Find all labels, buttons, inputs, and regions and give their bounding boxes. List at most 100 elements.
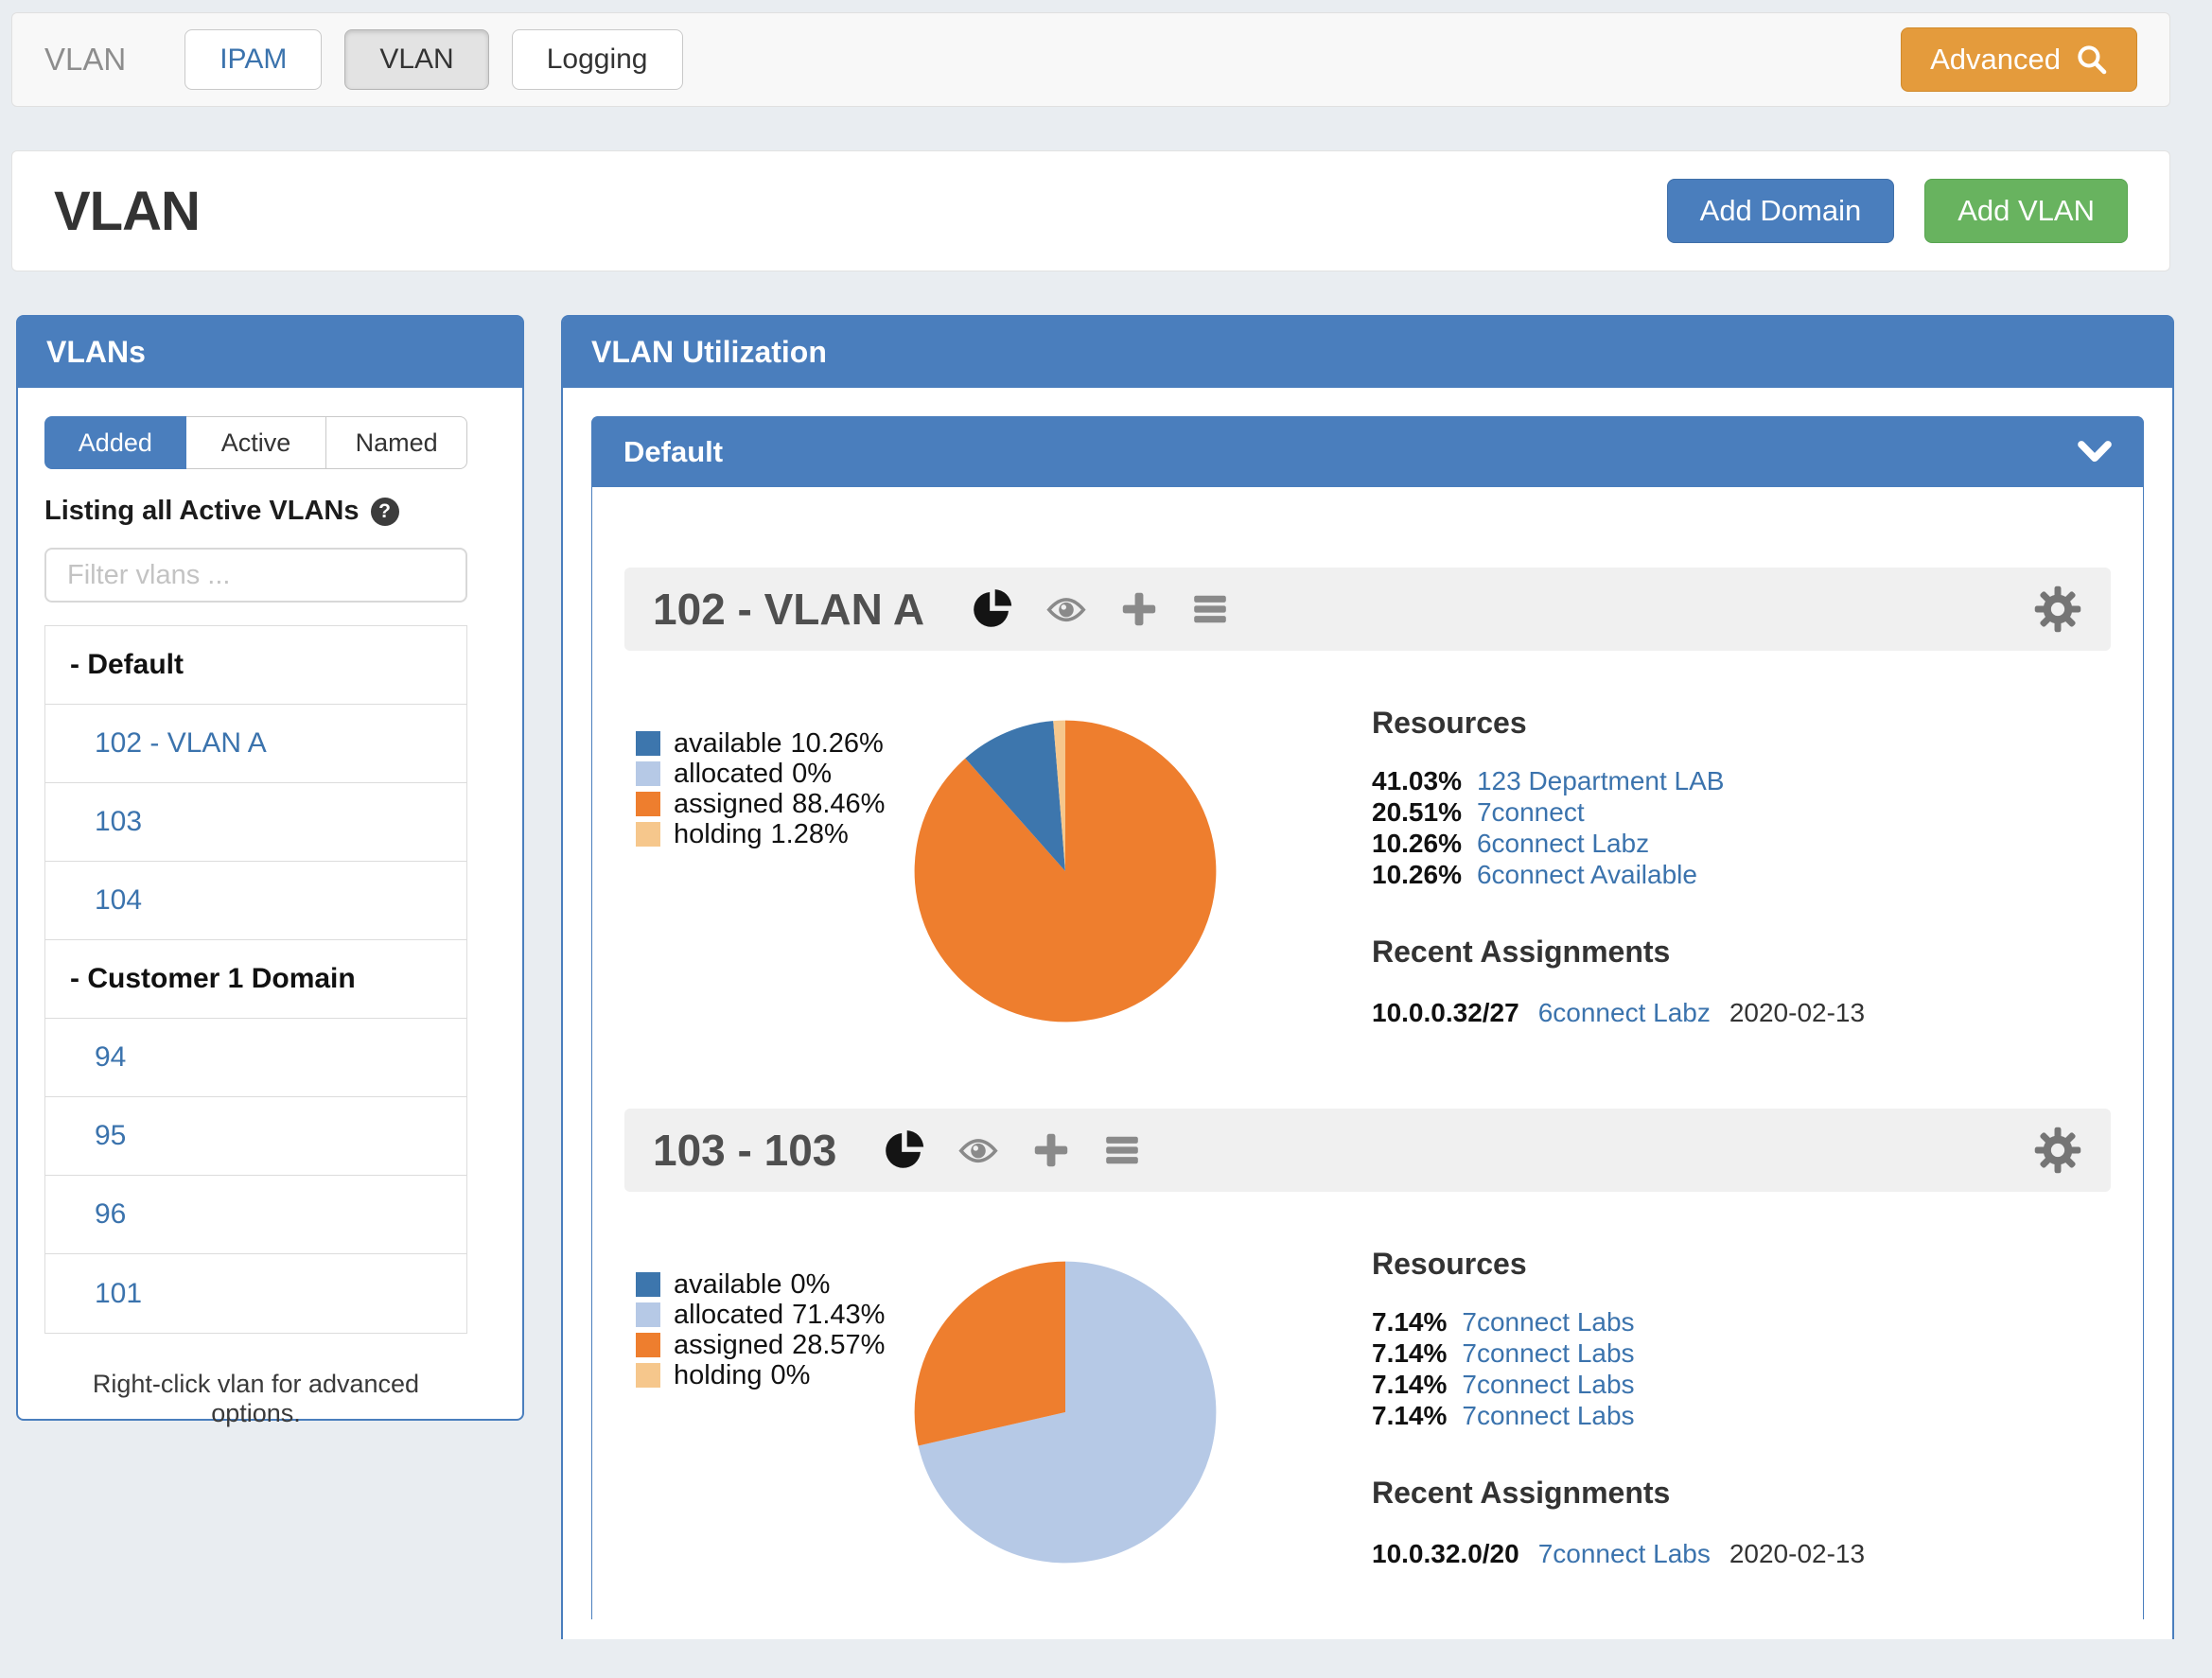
pie-chart-icon[interactable] bbox=[970, 587, 1013, 631]
vlan-card-103: 103 - 103 bbox=[624, 1109, 2111, 1619]
vlan-list-item-label: 96 bbox=[95, 1198, 126, 1231]
legend-row: holding 1.28% bbox=[636, 819, 885, 849]
resource-link[interactable]: 7connect Labs bbox=[1462, 1370, 1634, 1400]
recent-assignments-heading: Recent Assignments bbox=[1372, 1476, 2204, 1511]
resources-heading: Resources bbox=[1372, 1247, 2204, 1282]
assignment-resource-link[interactable]: 7connect Labs bbox=[1538, 1539, 1711, 1569]
legend-percent: 71.43% bbox=[792, 1300, 885, 1331]
tab-logging[interactable]: Logging bbox=[512, 29, 683, 90]
gear-icon[interactable] bbox=[2033, 585, 2082, 634]
resources-list: 41.03% 123 Department LAB 20.51% 7connec… bbox=[1372, 766, 2204, 891]
bars-icon[interactable] bbox=[1189, 589, 1231, 629]
eye-icon[interactable] bbox=[1044, 589, 1089, 629]
legend-label: allocated bbox=[674, 759, 783, 790]
bars-icon[interactable] bbox=[1101, 1130, 1143, 1170]
listing-label-row: Listing all Active VLANs ? bbox=[44, 496, 496, 527]
resource-link[interactable]: 6connect Labz bbox=[1477, 829, 1649, 859]
vlan-list-item[interactable]: - Customer 1 Domain bbox=[45, 940, 466, 1019]
top-toolbar: VLAN IPAM VLAN Logging Advanced bbox=[11, 12, 2170, 107]
legend-swatch bbox=[636, 1333, 660, 1357]
pie-chart-icon[interactable] bbox=[882, 1128, 925, 1172]
vlan-list-item[interactable]: 101 bbox=[45, 1254, 466, 1333]
add-vlan-button[interactable]: Add VLAN bbox=[1924, 179, 2128, 243]
resource-percent: 10.26% bbox=[1372, 829, 1462, 859]
resource-percent: 7.14% bbox=[1372, 1401, 1447, 1431]
vlan-list-item-label: - Customer 1 Domain bbox=[70, 963, 356, 995]
resources-column: Resources 41.03% 123 Department LAB 20.5… bbox=[1372, 706, 2204, 1028]
tab-added[interactable]: Added bbox=[44, 416, 186, 469]
legend-percent: 0% bbox=[790, 1269, 830, 1301]
advanced-search-button[interactable]: Advanced bbox=[1901, 27, 2137, 92]
resource-row: 7.14% 7connect Labs bbox=[1372, 1401, 2204, 1432]
assignment-cidr: 10.0.32.0/20 bbox=[1372, 1539, 1519, 1569]
resource-link[interactable]: 6connect Available bbox=[1477, 860, 1697, 890]
assignment-date: 2020-02-13 bbox=[1729, 1539, 1865, 1569]
legend-row: available 0% bbox=[636, 1269, 885, 1300]
chevron-down-icon[interactable] bbox=[2078, 441, 2112, 463]
vlan-list-item-label: 104 bbox=[95, 884, 142, 917]
vlan-card-content: available 10.26% allocated 0% assigned 8… bbox=[624, 651, 2111, 1078]
tab-ipam[interactable]: IPAM bbox=[184, 29, 322, 90]
resources-heading: Resources bbox=[1372, 706, 2204, 741]
eye-icon[interactable] bbox=[956, 1130, 1001, 1170]
vlan-list-item[interactable]: 95 bbox=[45, 1097, 466, 1176]
legend-label: allocated bbox=[674, 1300, 783, 1331]
domain-panel-default: Default 102 - VLAN A bbox=[591, 416, 2144, 1619]
vlan-utilization-body: Default 102 - VLAN A bbox=[563, 388, 2172, 1678]
vlan-card-content: available 0% allocated 71.43% assigned 2… bbox=[624, 1192, 2111, 1619]
vlan-list-item[interactable]: 102 - VLAN A bbox=[45, 705, 466, 783]
legend-row: available 10.26% bbox=[636, 728, 885, 759]
vlan-card-title: 102 - VLAN A bbox=[653, 584, 924, 635]
vlan-list-item-label: 101 bbox=[95, 1278, 142, 1310]
resource-percent: 41.03% bbox=[1372, 766, 1462, 796]
vlan-utilization-panel: VLAN Utilization Default 102 - VLAN A bbox=[561, 315, 2174, 1639]
resource-percent: 7.14% bbox=[1372, 1370, 1447, 1400]
plus-icon[interactable] bbox=[1119, 589, 1159, 629]
help-icon[interactable]: ? bbox=[371, 498, 399, 526]
page-actions: Add Domain Add VLAN bbox=[1667, 179, 2128, 243]
assignment-resource-link[interactable]: 6connect Labz bbox=[1538, 998, 1711, 1028]
legend-row: assigned 88.46% bbox=[636, 789, 885, 819]
gear-icon[interactable] bbox=[2033, 1126, 2082, 1175]
tab-vlan[interactable]: VLAN bbox=[344, 29, 488, 90]
vlan-list-item[interactable]: 96 bbox=[45, 1176, 466, 1254]
tab-active[interactable]: Active bbox=[186, 416, 327, 469]
legend-swatch bbox=[636, 1302, 660, 1327]
resource-link[interactable]: 7connect Labs bbox=[1462, 1307, 1634, 1337]
vlan-utilization-title: VLAN Utilization bbox=[563, 317, 2172, 388]
plus-icon[interactable] bbox=[1031, 1130, 1071, 1170]
vlan-filter-tabs: Added Active Named bbox=[44, 416, 467, 469]
legend-swatch bbox=[636, 1272, 660, 1297]
legend-swatch bbox=[636, 822, 660, 847]
legend-percent: 0% bbox=[792, 759, 832, 790]
resource-row: 10.26% 6connect Available bbox=[1372, 860, 2204, 891]
pie-legend: available 10.26% allocated 0% assigned 8… bbox=[636, 728, 885, 849]
legend-swatch bbox=[636, 792, 660, 816]
resource-link[interactable]: 7connect bbox=[1477, 797, 1585, 828]
legend-label: holding bbox=[674, 819, 763, 850]
vlan-list-item[interactable]: 103 bbox=[45, 783, 466, 862]
vlan-filter-input[interactable] bbox=[44, 548, 467, 603]
vlan-list-item[interactable]: 104 bbox=[45, 862, 466, 940]
legend-label: assigned bbox=[674, 789, 783, 820]
tab-named[interactable]: Named bbox=[326, 416, 467, 469]
resource-percent: 20.51% bbox=[1372, 797, 1462, 828]
resource-link[interactable]: 123 Department LAB bbox=[1477, 766, 1725, 796]
listing-label: Listing all Active VLANs bbox=[44, 496, 360, 527]
legend-row: holding 0% bbox=[636, 1360, 885, 1390]
resource-link[interactable]: 7connect Labs bbox=[1462, 1401, 1634, 1431]
legend-percent: 10.26% bbox=[790, 728, 883, 760]
vlan-list-item[interactable]: 94 bbox=[45, 1019, 466, 1097]
legend-swatch bbox=[636, 731, 660, 756]
resource-row: 7.14% 7connect Labs bbox=[1372, 1338, 2204, 1370]
domain-header[interactable]: Default bbox=[591, 416, 2144, 487]
search-icon bbox=[2076, 44, 2108, 76]
vlan-list-item-label: 95 bbox=[95, 1120, 126, 1152]
legend-row: assigned 28.57% bbox=[636, 1330, 885, 1360]
assignment-row: 10.0.32.0/20 7connect Labs 2020-02-13 bbox=[1372, 1539, 2204, 1569]
context-label: VLAN bbox=[44, 42, 126, 78]
vlan-list-item[interactable]: - Default bbox=[45, 626, 466, 705]
resource-link[interactable]: 7connect Labs bbox=[1462, 1338, 1634, 1369]
assignment-date: 2020-02-13 bbox=[1729, 998, 1865, 1028]
add-domain-button[interactable]: Add Domain bbox=[1667, 179, 1895, 243]
